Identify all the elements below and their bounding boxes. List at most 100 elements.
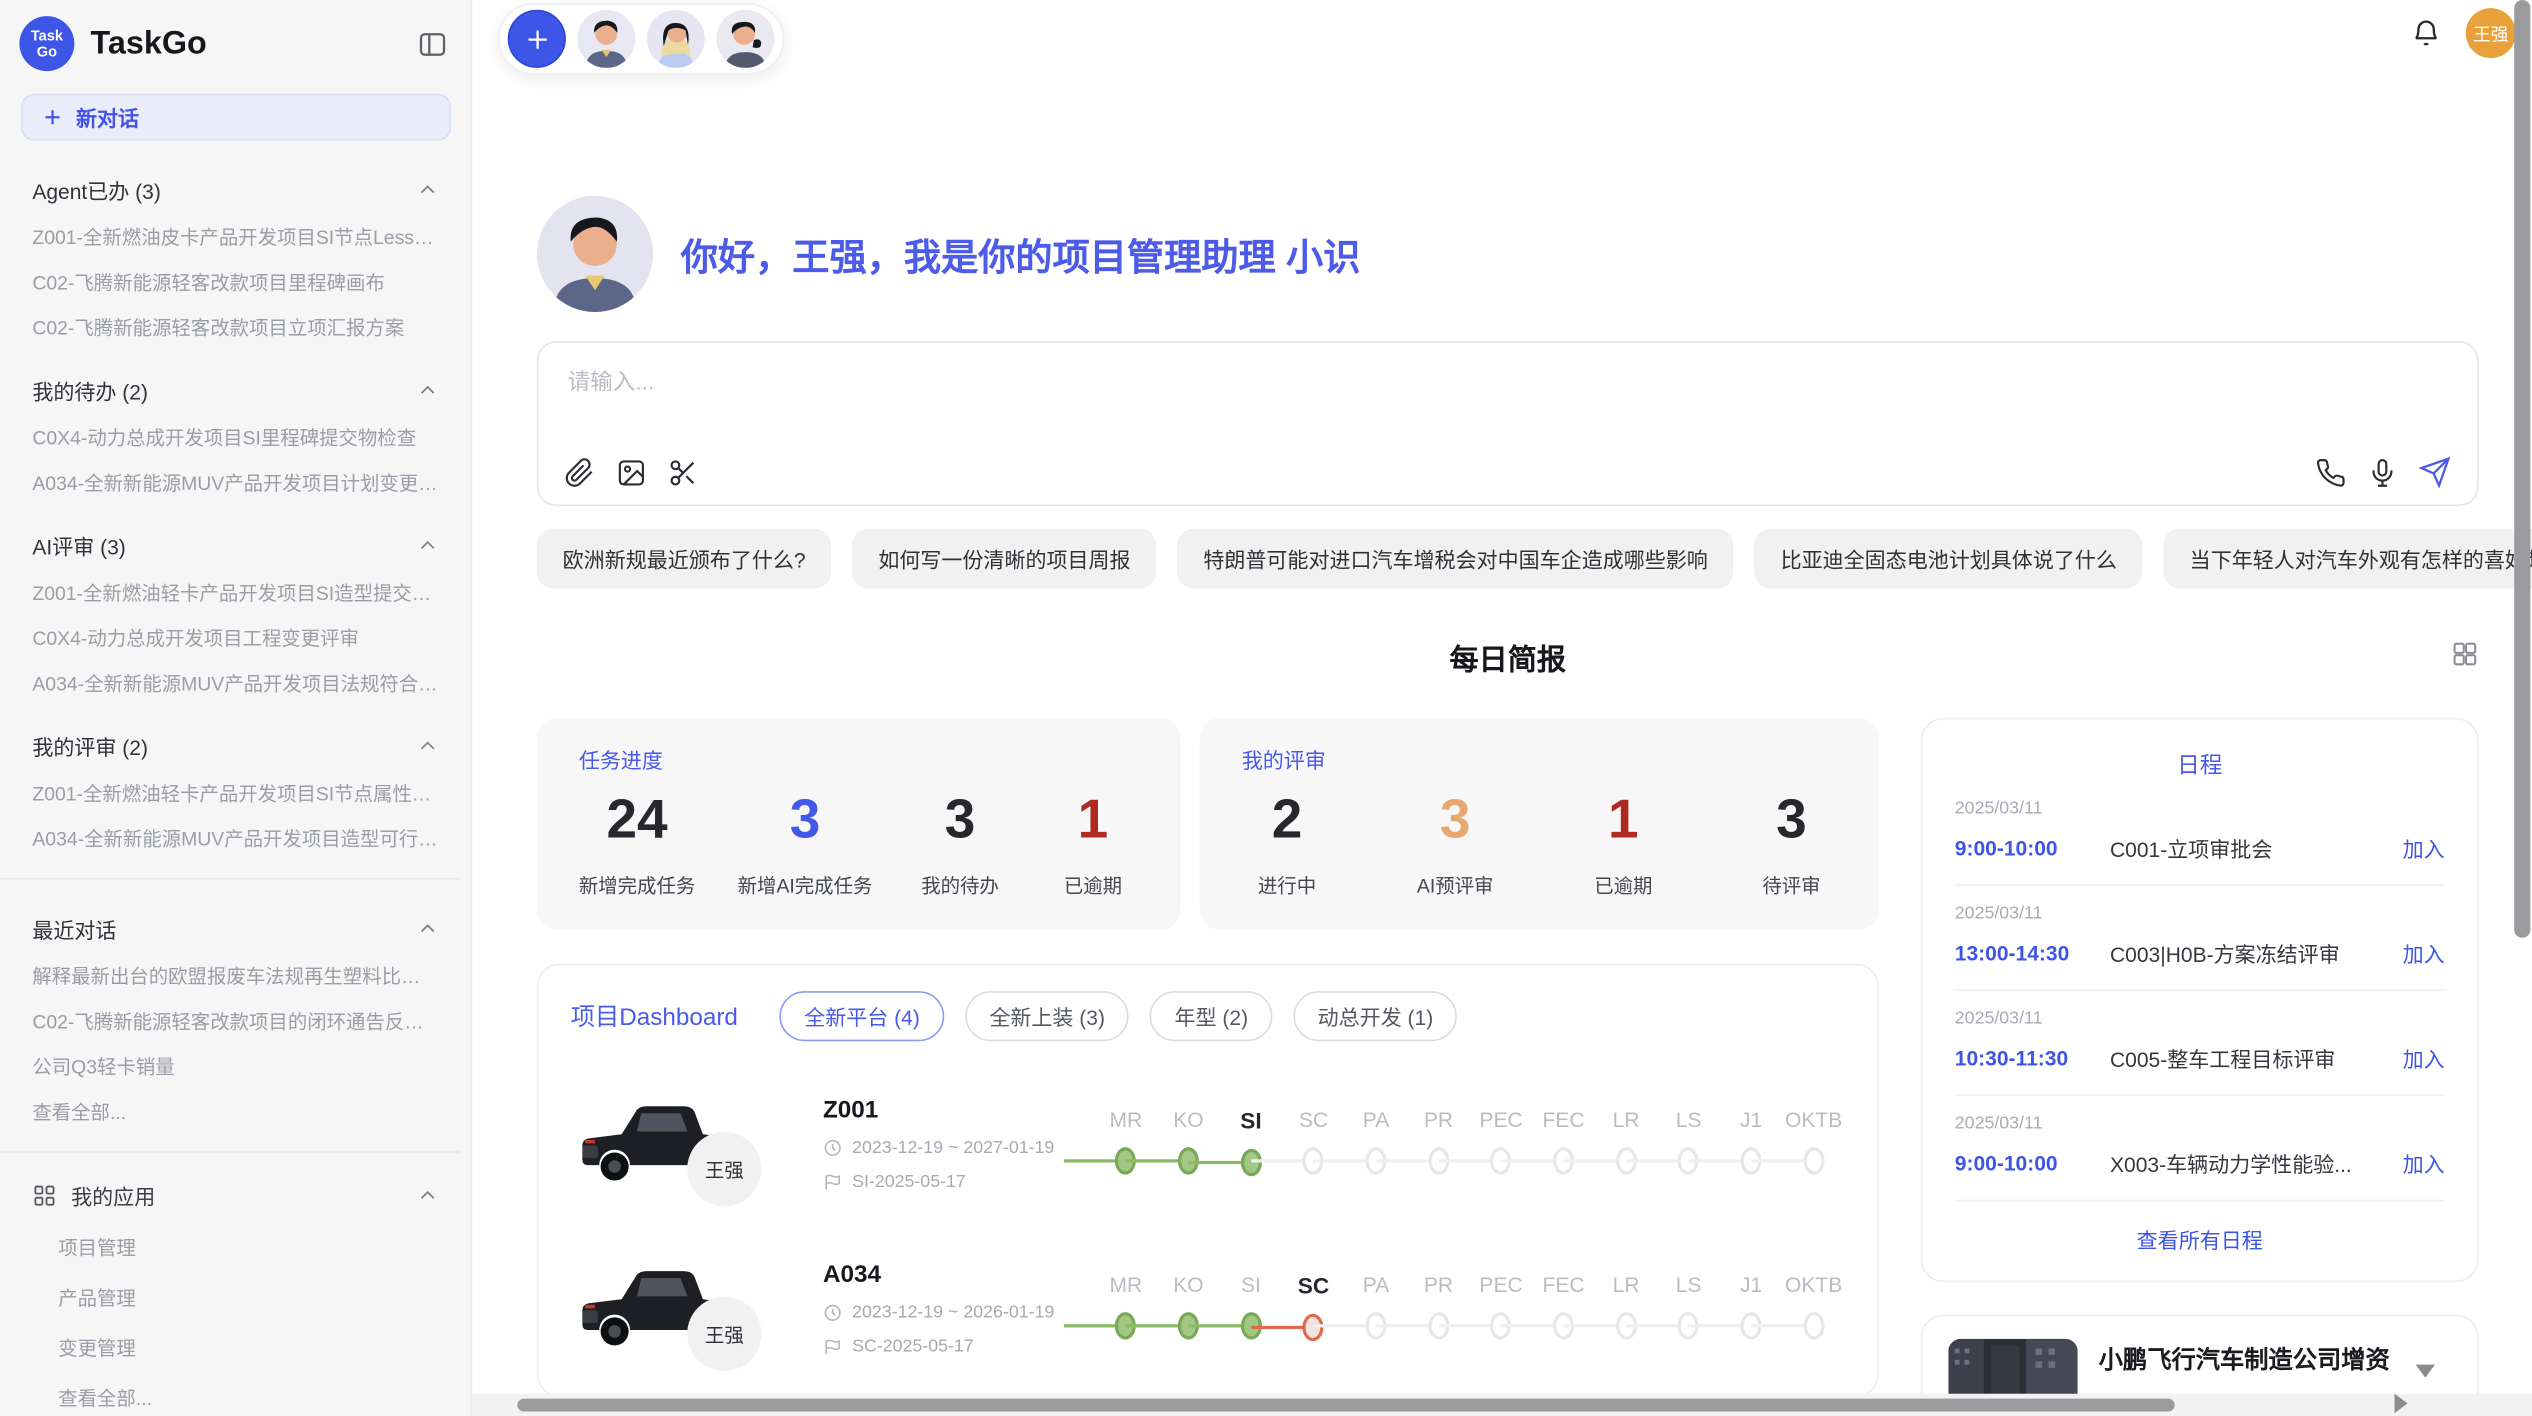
schedule-time: 9:00-10:00 [1955,1151,2110,1175]
milestone-cell: LS [1657,1107,1720,1183]
stat: 3 新增AI完成任务 [738,787,873,899]
scroll-down-arrow-icon[interactable] [2416,1365,2435,1378]
horizontal-scrollbar[interactable] [472,1394,2532,1416]
schedule-title: 日程 [1955,749,2445,781]
view-all-schedule-link[interactable]: 查看所有日程 [1955,1224,2445,1255]
phone-icon[interactable] [2315,457,2346,488]
owner-badge: 王强 [687,1297,761,1371]
notification-bell-icon[interactable] [2411,18,2442,49]
send-icon[interactable] [2419,456,2451,488]
suggestion-chip[interactable]: 比亚迪全固态电池计划具体说了什么 [1755,529,2143,589]
vertical-scrollbar-thumb[interactable] [2514,0,2530,938]
milestone-cell: J1 [1720,1272,1783,1348]
logo-text-bottom: Go [37,44,57,60]
image-icon[interactable] [616,457,647,488]
milestone-cell: PA [1345,1272,1408,1348]
schedule-item: 2025/03/11 13:00-14:30 C003|H0B-方案冻结评审 加… [1955,886,2445,991]
recent-chat-item[interactable]: C02-飞腾新能源轻客改款项目的闭环通告反馈情况 [32,1007,438,1034]
sidebar-task-item[interactable]: A034-全新新能源MUV产品开发项目计划变更表编写 [32,469,438,496]
join-link[interactable]: 加入 [2403,938,2445,969]
filter-pill[interactable]: 全新平台 (4) [780,991,944,1041]
milestone-cell: J1 [1720,1107,1783,1183]
section-recent-chats[interactable]: 最近对话 [32,914,438,945]
new-chat-button[interactable]: 新对话 [21,94,451,141]
teammate-avatar-2[interactable] [647,10,705,68]
sidebar-task-item[interactable]: A034-全新新能源MUV产品开发项目造型可行性评审 [32,825,438,852]
composer [537,341,2479,506]
milestone-cell: SC [1282,1272,1345,1348]
schedule-item: 2025/03/11 9:00-10:00 C001-立项审批会 加入 [1955,781,2445,886]
app-item-product-mgmt[interactable]: 产品管理 [58,1284,438,1311]
stat: 3 我的待办 [915,787,1006,899]
milestone-cell: PA [1345,1107,1408,1183]
stat: 2 进行中 [1242,787,1333,899]
app-item-change-mgmt[interactable]: 变更管理 [58,1334,438,1361]
sidebar-item-my-apps[interactable]: 我的应用 [32,1180,438,1211]
plus-icon [42,107,63,128]
filter-pill[interactable]: 年型 (2) [1150,991,1272,1041]
schedule-time: 10:30-11:30 [1955,1046,2110,1070]
project-code: Z001 [823,1095,1095,1122]
recent-view-all-link[interactable]: 查看全部... [32,1098,438,1125]
filter-pill[interactable]: 全新上装 (3) [965,991,1129,1041]
schedule-event-title: X003-车辆动力学性能验... [2110,1148,2403,1179]
project-next-milestone: SC-2025-05-17 [852,1336,974,1355]
chat-input[interactable] [564,362,2451,423]
sidebar-task-item[interactable]: C0X4-动力总成开发项目工程变更评审 [32,624,438,651]
project-next-milestone: SI-2025-05-17 [852,1171,966,1190]
app-item-project-mgmt[interactable]: 项目管理 [58,1234,438,1261]
sidebar-header: Task Go TaskGo [0,0,471,81]
scissors-icon[interactable] [668,457,699,488]
sidebar-task-item[interactable]: A034-全新新能源MUV产品开发项目法规符合性评审 [32,669,438,696]
teammate-avatar-3[interactable] [716,10,774,68]
sidebar-task-item[interactable]: Z001-全新燃油皮卡产品开发项目SI节点Lesson Learn报告 [32,223,438,250]
section-my-todo[interactable]: 我的待办 (2) [32,375,438,406]
microphone-icon[interactable] [2367,457,2398,488]
main-area: 王强 你好，王强，我是你的项目管理助理 小识 [472,0,2532,1416]
stat: 3 待评审 [1746,787,1837,899]
teammate-avatar-1[interactable] [577,10,635,68]
stat: 24 新增完成任务 [579,787,695,899]
sidebar-collapse-icon[interactable] [414,25,451,62]
sidebar-task-item[interactable]: C0X4-动力总成开发项目SI里程碑提交物检查 [32,424,438,451]
join-link[interactable]: 加入 [2403,1148,2445,1179]
sidebar-task-item[interactable]: Z001-全新燃油轻卡产品开发项目SI造型提交物评审 [32,579,438,606]
milestone-cell: SI [1220,1107,1283,1183]
milestone-cell: OKTB [1782,1272,1845,1348]
sidebar-task-item[interactable]: C02-飞腾新能源轻客改款项目立项汇报方案 [32,314,438,341]
project-media: 王强 [571,1080,814,1206]
suggestion-chip[interactable]: 欧洲新规最近颁布了什么? [537,529,832,589]
recent-chat-item[interactable]: 公司Q3轻卡销量 [32,1053,438,1080]
dashboard-title: 项目Dashboard [571,999,738,1033]
suggestion-chip[interactable]: 如何写一份清晰的项目周报 [852,529,1156,589]
horizontal-scrollbar-thumb[interactable] [517,1399,2174,1412]
project-row[interactable]: 王强 A034 2023-12-19 ~ 2026-01-19 [571,1245,1845,1371]
filter-pill[interactable]: 动总开发 (1) [1293,991,1457,1041]
suggestion-chip[interactable]: 当下年轻人对汽车外观有怎样的喜好趋势 [2164,529,2532,589]
stat: 1 已逾期 [1048,787,1139,899]
recent-chat-item[interactable]: 解释最新出台的欧盟报废车法规再生塑料比例被调至15%... [32,962,438,989]
join-link[interactable]: 加入 [2403,833,2445,864]
divider [0,878,461,880]
composer-toolbar [564,456,2451,488]
suggestion-chip[interactable]: 特朗普可能对进口汽车增税会对中国车企造成哪些影响 [1177,529,1733,589]
add-chat-button[interactable] [508,10,566,68]
greeting: 你好，王强，我是你的项目管理助理 小识 [537,196,2479,312]
section-agent-done[interactable]: Agent已办 (3) [32,175,438,206]
schedule-date: 2025/03/11 [1955,1114,2445,1133]
section-my-review[interactable]: 我的评审 (2) [32,731,438,762]
join-link[interactable]: 加入 [2403,1043,2445,1074]
apps-view-all-link[interactable]: 查看全部... [58,1384,438,1411]
user-avatar[interactable]: 王强 [2466,8,2516,58]
sidebar-task-item[interactable]: C02-飞腾新能源轻客改款项目里程碑画布 [32,268,438,295]
schedule-item: 2025/03/11 10:30-11:30 C005-整车工程目标评审 加入 [1955,991,2445,1096]
section-ai-review[interactable]: AI评审 (3) [32,530,438,561]
attachment-icon[interactable] [564,457,595,488]
milestone-cell: LS [1657,1272,1720,1348]
project-row[interactable]: 王强 Z001 2023-12-19 ~ 2027-01-19 [571,1080,1845,1206]
layout-grid-icon[interactable] [2451,640,2478,667]
scroll-right-arrow-icon[interactable] [2395,1394,2408,1413]
sidebar-task-item[interactable]: Z001-全新燃油轻卡产品开发项目SI节点属性5D文件评审 [32,779,438,806]
chevron-up-icon [417,736,438,757]
greeting-text: 你好，王强，我是你的项目管理助理 小识 [681,226,1361,281]
